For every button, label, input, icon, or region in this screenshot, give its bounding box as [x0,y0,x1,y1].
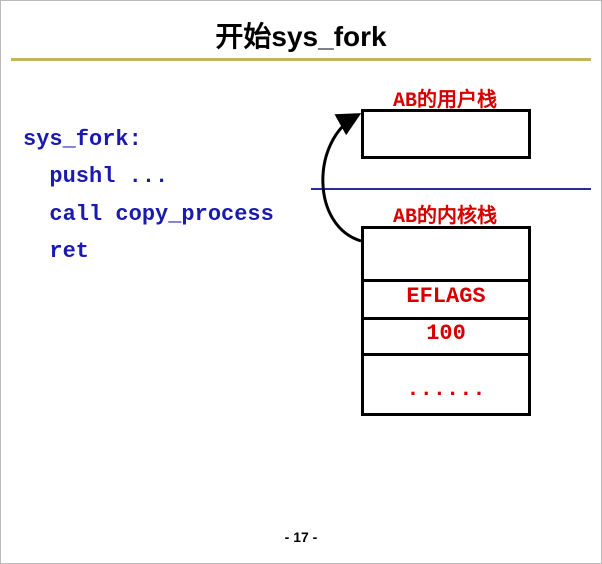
code-line-1: sys_fork: [23,127,142,152]
kernel-stack-label: AB的内核栈 [393,199,497,229]
stack-cell-dots: ...... [364,377,528,402]
slide-title: 开始sys_fork [1,15,601,55]
arrow-icon [306,86,406,256]
page-number: - 17 - [1,529,601,545]
code-block: sys_fork: pushl ... call copy_process re… [23,121,274,271]
code-line-4: ret [23,239,89,264]
stack-cell-100: 100 [364,321,528,346]
stack-row-divider [364,317,528,320]
code-line-3: call copy_process [23,202,274,227]
code-line-2: pushl ... [23,164,168,189]
slide: 开始sys_fork sys_fork: pushl ... call copy… [0,0,602,564]
title-underline [11,58,591,61]
stack-cell-eflags: EFLAGS [364,284,528,309]
stack-row-divider [364,353,528,356]
stack-row-divider [364,279,528,282]
